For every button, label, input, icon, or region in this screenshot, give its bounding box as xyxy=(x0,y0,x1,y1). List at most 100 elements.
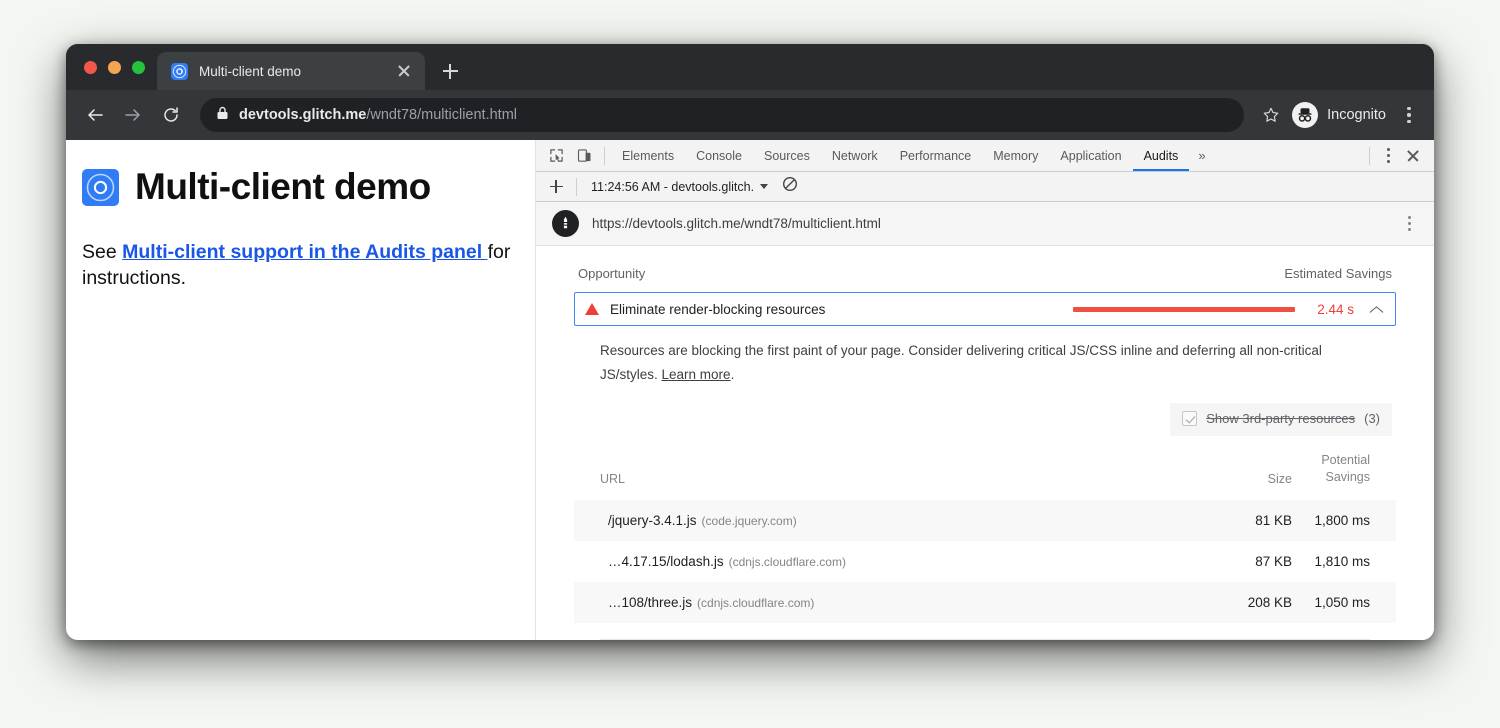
report-header: https://devtools.glitch.me/wndt78/multic… xyxy=(536,202,1434,246)
opportunity-table-header: Opportunity Estimated Savings xyxy=(574,266,1396,292)
devtools-blue-icon xyxy=(82,169,119,206)
maximize-window-button[interactable] xyxy=(132,61,145,74)
more-tabs-icon[interactable]: » xyxy=(1189,148,1214,163)
audit-description: Resources are blocking the first paint o… xyxy=(574,326,1374,387)
tab-network[interactable]: Network xyxy=(821,140,889,171)
table-row[interactable]: …108/three.js(cdnjs.cloudflare.com)208 K… xyxy=(574,582,1396,623)
page-heading-text: Multi-client demo xyxy=(135,166,431,208)
opportunity-column-label: Opportunity xyxy=(578,266,1284,281)
browser-tab[interactable]: Multi-client demo xyxy=(157,52,425,90)
cell-url: /jquery-3.4.1.js (code.jquery.com) xyxy=(574,500,1196,541)
devtools-menu-icon[interactable] xyxy=(1376,143,1400,169)
devtools-tab-bar: Elements Console Sources Network Perform… xyxy=(536,140,1434,172)
devtools-tabbar-actions xyxy=(1363,143,1434,169)
estimated-savings-column-label: Estimated Savings xyxy=(1284,266,1392,281)
chevron-down-icon xyxy=(760,184,768,189)
divider xyxy=(604,147,605,165)
new-audit-button[interactable] xyxy=(544,175,568,199)
browser-menu-icon[interactable] xyxy=(1396,100,1422,130)
reload-button[interactable] xyxy=(154,98,188,132)
resource-host: (code.jquery.com) xyxy=(702,514,797,528)
audits-subbar: 11:24:56 AM - devtools.glitch. xyxy=(536,172,1434,202)
close-window-button[interactable] xyxy=(84,61,97,74)
audit-savings-value: 2.44 s xyxy=(1306,302,1354,317)
web-page-content: Multi-client demo See Multi-client suppo… xyxy=(66,140,536,640)
profile-label: Incognito xyxy=(1327,107,1386,123)
tab-audits[interactable]: Audits xyxy=(1133,140,1190,171)
incognito-icon xyxy=(1292,102,1318,128)
cell-savings: 1,800 ms xyxy=(1292,500,1396,541)
tab-application[interactable]: Application xyxy=(1049,140,1132,171)
tab-memory[interactable]: Memory xyxy=(982,140,1049,171)
divider xyxy=(576,178,577,196)
lighthouse-report: https://devtools.glitch.me/wndt78/multic… xyxy=(536,202,1434,640)
profile-incognito[interactable]: Incognito xyxy=(1290,102,1392,128)
inspect-element-icon[interactable] xyxy=(542,143,570,169)
cell-size: 81 KB xyxy=(1196,500,1292,541)
column-size: Size xyxy=(1196,442,1292,500)
page-instructions: See Multi-client support in the Audits p… xyxy=(82,240,511,291)
lighthouse-icon xyxy=(552,210,579,237)
divider xyxy=(1369,147,1370,165)
report-url: https://devtools.glitch.me/wndt78/multic… xyxy=(592,216,1385,231)
tab-title: Multi-client demo xyxy=(199,64,384,79)
resources-table: URL Size Potential Savings /jquery-3.4.1… xyxy=(574,442,1396,623)
audit-title: Eliminate render-blocking resources xyxy=(610,302,825,317)
audit-run-selector[interactable]: 11:24:56 AM - devtools.glitch. xyxy=(585,180,774,194)
cell-size: 208 KB xyxy=(1196,582,1292,623)
minimize-window-button[interactable] xyxy=(108,61,121,74)
report-menu-icon[interactable] xyxy=(1398,211,1420,237)
back-button[interactable] xyxy=(78,98,112,132)
report-body: Opportunity Estimated Savings Eliminate … xyxy=(536,246,1434,640)
no-entry-icon[interactable] xyxy=(782,176,804,198)
tab-console[interactable]: Console xyxy=(685,140,753,171)
new-tab-button[interactable] xyxy=(431,52,469,90)
cell-savings: 1,810 ms xyxy=(1292,541,1396,582)
close-icon[interactable] xyxy=(395,62,413,80)
learn-more-link[interactable]: Learn more xyxy=(662,367,731,382)
chevron-up-icon[interactable] xyxy=(1369,302,1383,316)
viewport: Multi-client demo See Multi-client suppo… xyxy=(66,140,1434,640)
table-header-row: URL Size Potential Savings xyxy=(574,442,1396,500)
audit-run-label: 11:24:56 AM - devtools.glitch. xyxy=(591,180,754,194)
window-controls xyxy=(78,44,157,90)
browser-toolbar: devtools.glitch.me/wndt78/multiclient.ht… xyxy=(66,90,1434,140)
resource-path: /jquery-3.4.1.js xyxy=(608,513,697,528)
tab-sources[interactable]: Sources xyxy=(753,140,821,171)
cell-size: 87 KB xyxy=(1196,541,1292,582)
instructions-prefix: See xyxy=(82,241,122,263)
third-party-checkbox[interactable] xyxy=(1182,411,1197,426)
address-bar[interactable]: devtools.glitch.me/wndt78/multiclient.ht… xyxy=(200,98,1244,132)
cell-url: …4.17.15/lodash.js(cdnjs.cloudflare.com) xyxy=(574,541,1196,582)
third-party-toggle[interactable]: Show 3rd-party resources (3) xyxy=(1170,403,1392,436)
devtools-blue-icon xyxy=(171,63,188,80)
table-row[interactable]: …4.17.15/lodash.js(cdnjs.cloudflare.com)… xyxy=(574,541,1396,582)
audits-panel-link[interactable]: Multi-client support in the Audits panel xyxy=(122,241,487,263)
audit-opportunity-row[interactable]: Eliminate render-blocking resources 2.44… xyxy=(574,292,1396,326)
third-party-label: Show 3rd-party resources xyxy=(1206,411,1355,426)
page-title: Multi-client demo xyxy=(82,166,511,208)
savings-line-2: Savings xyxy=(1326,470,1370,484)
table-row[interactable]: /jquery-3.4.1.js (code.jquery.com) 81 KB1,… xyxy=(574,500,1396,541)
tab-elements[interactable]: Elements xyxy=(611,140,685,171)
browser-window: Multi-client demo devtools.glitch.me/wnd… xyxy=(66,44,1434,640)
device-toolbar-icon[interactable] xyxy=(570,143,598,169)
savings-line-1: Potential xyxy=(1321,453,1370,467)
third-party-filter-row: Show 3rd-party resources (3) xyxy=(574,387,1396,436)
tab-performance[interactable]: Performance xyxy=(889,140,983,171)
savings-bar-track xyxy=(1070,307,1295,312)
cell-url: …108/three.js(cdnjs.cloudflare.com) xyxy=(574,582,1196,623)
tab-strip: Multi-client demo xyxy=(66,44,1434,90)
resource-path: …4.17.15/lodash.js xyxy=(608,554,724,569)
address-bar-url: devtools.glitch.me/wndt78/multiclient.ht… xyxy=(239,107,517,123)
audit-description-period: . xyxy=(731,367,735,382)
savings-bar-fill xyxy=(1073,307,1295,312)
close-devtools-icon[interactable] xyxy=(1400,143,1426,169)
devtools-panel: Elements Console Sources Network Perform… xyxy=(536,140,1434,640)
cell-savings: 1,050 ms xyxy=(1292,582,1396,623)
star-icon[interactable] xyxy=(1256,100,1286,130)
lock-icon xyxy=(216,106,229,125)
column-potential-savings: Potential Savings xyxy=(1292,442,1396,500)
forward-button[interactable] xyxy=(116,98,150,132)
column-url: URL xyxy=(574,442,1196,500)
